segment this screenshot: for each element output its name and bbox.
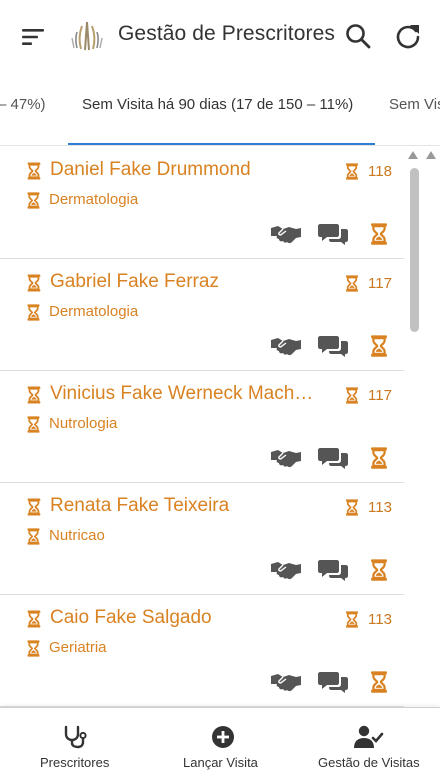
handshake-icon[interactable] xyxy=(270,447,302,469)
prescriber-name: Caio Fake Salgado xyxy=(50,607,212,628)
prescriber-specialty: Nutrologia xyxy=(49,415,118,432)
tab-next[interactable]: Sem Vis xyxy=(389,96,440,113)
hourglass-icon xyxy=(345,611,361,629)
prescriber-card[interactable]: Daniel Fake Drummond Dermatologia 118 xyxy=(0,147,404,259)
hourglass-action-icon[interactable] xyxy=(370,558,388,582)
hourglass-icon xyxy=(345,163,361,181)
hourglass-icon xyxy=(26,528,42,546)
scroll-up-arrow-secondary[interactable] xyxy=(426,151,436,159)
days-without-visit: 117 xyxy=(368,275,392,292)
hourglass-icon xyxy=(345,275,361,293)
hourglass-icon xyxy=(26,162,42,180)
prescriber-specialty: Dermatologia xyxy=(49,303,139,320)
add-circle-icon xyxy=(212,726,234,748)
hourglass-action-icon[interactable] xyxy=(370,670,388,694)
prescriber-name: Daniel Fake Drummond xyxy=(50,159,251,180)
days-without-visit: 117 xyxy=(368,387,392,404)
app-bar: Gestão de Prescritores xyxy=(0,0,440,72)
tab-no-visit-90-days[interactable]: Sem Visita há 90 dias (17 de 150 – 11%) xyxy=(82,96,353,113)
nav-launch-visit-label: Lançar Visita xyxy=(183,755,258,770)
nav-visit-management-label: Gestão de Visitas xyxy=(318,755,420,770)
days-without-visit: 113 xyxy=(368,611,392,628)
days-without-visit: 113 xyxy=(368,499,392,516)
hourglass-icon xyxy=(26,274,42,292)
hourglass-icon xyxy=(26,610,42,628)
chat-icon[interactable] xyxy=(318,222,348,246)
chat-icon[interactable] xyxy=(318,558,348,582)
prescriber-name: Renata Fake Teixeira xyxy=(50,495,230,516)
handshake-icon[interactable] xyxy=(270,335,302,357)
prescriber-name: Gabriel Fake Ferraz xyxy=(50,271,219,292)
days-without-visit: 118 xyxy=(368,163,392,180)
refresh-icon[interactable] xyxy=(394,22,422,50)
handshake-icon[interactable] xyxy=(270,223,302,245)
handshake-icon[interactable] xyxy=(270,559,302,581)
hourglass-action-icon[interactable] xyxy=(370,334,388,358)
tab-active-indicator xyxy=(68,143,375,145)
scrollbar-thumb[interactable] xyxy=(410,168,419,332)
chat-icon[interactable] xyxy=(318,670,348,694)
hourglass-icon xyxy=(345,499,361,517)
nav-visit-management[interactable]: Gestão de Visitas xyxy=(296,708,440,782)
nav-launch-visit[interactable]: Lançar Visita xyxy=(148,708,296,782)
hourglass-icon xyxy=(26,192,42,210)
scroll-up-arrow[interactable] xyxy=(408,151,418,159)
hourglass-action-icon[interactable] xyxy=(370,222,388,246)
search-icon[interactable] xyxy=(344,22,372,50)
prescriber-name: Vinicius Fake Werneck Mach… xyxy=(50,383,314,404)
user-check-icon xyxy=(354,725,384,748)
prescriber-specialty: Geriatria xyxy=(49,639,107,656)
hourglass-action-icon[interactable] xyxy=(370,446,388,470)
hourglass-icon xyxy=(345,387,361,405)
hourglass-icon xyxy=(26,386,42,404)
hourglass-icon xyxy=(26,416,42,434)
tab-bar: – 47%) Sem Visita há 90 dias (17 de 150 … xyxy=(0,72,440,146)
prescriber-card[interactable]: Renata Fake Teixeira Nutricao 113 xyxy=(0,483,404,595)
menu-icon[interactable] xyxy=(20,24,46,50)
bottom-navigation: Prescritores Lançar Visita Gestão de Vis… xyxy=(0,707,440,782)
prescriber-card[interactable]: Caio Fake Salgado Geriatria 113 xyxy=(0,595,404,707)
prescriber-specialty: Dermatologia xyxy=(49,191,139,208)
hourglass-icon xyxy=(26,304,42,322)
chat-icon[interactable] xyxy=(318,334,348,358)
tab-previous[interactable]: – 47%) xyxy=(0,96,46,113)
prescriber-list: Daniel Fake Drummond Dermatologia 118 Ga… xyxy=(0,147,406,707)
app-title: Gestão de Prescritores xyxy=(118,22,335,45)
nav-prescribers[interactable]: Prescritores xyxy=(0,708,148,782)
app-logo xyxy=(71,21,103,51)
prescriber-card[interactable]: Vinicius Fake Werneck Mach… Nutrologia 1… xyxy=(0,371,404,483)
prescriber-card[interactable]: Gabriel Fake Ferraz Dermatologia 117 xyxy=(0,259,404,371)
hourglass-icon xyxy=(26,498,42,516)
chat-icon[interactable] xyxy=(318,446,348,470)
hourglass-icon xyxy=(26,640,42,658)
prescriber-specialty: Nutricao xyxy=(49,527,105,544)
handshake-icon[interactable] xyxy=(270,671,302,693)
stethoscope-icon xyxy=(64,725,87,749)
nav-prescribers-label: Prescritores xyxy=(40,755,110,770)
